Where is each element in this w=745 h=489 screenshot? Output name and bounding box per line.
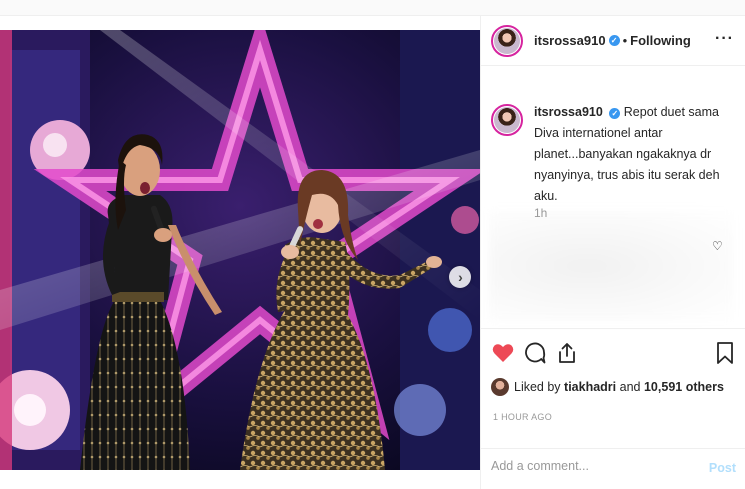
share-icon[interactable] — [555, 341, 579, 365]
action-bar — [481, 328, 745, 378]
post-side-panel: itsrossa910 ✓ • Following ··· itsrossa91… — [480, 16, 745, 489]
heart-filled-icon[interactable] — [491, 341, 515, 365]
caption-text-block: itsrossa910 ✓ Repot duet sama Diva inter… — [534, 102, 736, 207]
caption-avatar[interactable] — [491, 104, 523, 136]
blurred-comment-area — [489, 211, 734, 321]
heart-outline-icon[interactable]: ♡ — [712, 239, 723, 253]
likes-middle: and — [619, 380, 641, 394]
post-header: itsrossa910 ✓ • Following ··· — [481, 16, 745, 66]
following-button[interactable]: Following — [630, 33, 691, 48]
avatar[interactable] — [491, 24, 523, 57]
likes-line: Liked by tiakhadri and 10,591 others — [491, 378, 724, 396]
caption-time[interactable]: 1h — [534, 206, 547, 220]
likes-prefix: Liked by — [514, 380, 561, 394]
browser-top-strip — [0, 0, 745, 16]
caption-body: Repot duet sama Diva internationel antar… — [534, 105, 720, 203]
post-comment-button[interactable]: Post — [709, 461, 736, 475]
liker-username[interactable]: tiakhadri — [564, 380, 616, 394]
header-separator: • — [622, 33, 628, 48]
comment-icon[interactable] — [523, 341, 547, 365]
carousel-next-button[interactable]: › — [449, 266, 471, 288]
bookmark-icon[interactable] — [715, 341, 735, 365]
likes-others-link[interactable]: 10,591 others — [644, 380, 724, 394]
liker-avatar[interactable] — [491, 378, 509, 396]
verified-badge-icon: ✓ — [608, 35, 620, 46]
comment-input[interactable] — [491, 459, 691, 473]
post-caption: itsrossa910 ✓ Repot duet sama Diva inter… — [491, 102, 736, 207]
caption-username[interactable]: itsrossa910 — [534, 105, 603, 119]
header-username[interactable]: itsrossa910 — [534, 33, 606, 48]
post-photo[interactable]: › — [0, 30, 480, 470]
verified-badge-icon: ✓ — [609, 108, 621, 119]
chevron-right-icon: › — [458, 269, 463, 285]
stage-scene — [0, 30, 480, 470]
comment-bar: Post — [481, 448, 745, 489]
more-options-icon[interactable]: ··· — [715, 30, 734, 48]
post-timestamp[interactable]: 1 HOUR AGO — [493, 412, 552, 422]
